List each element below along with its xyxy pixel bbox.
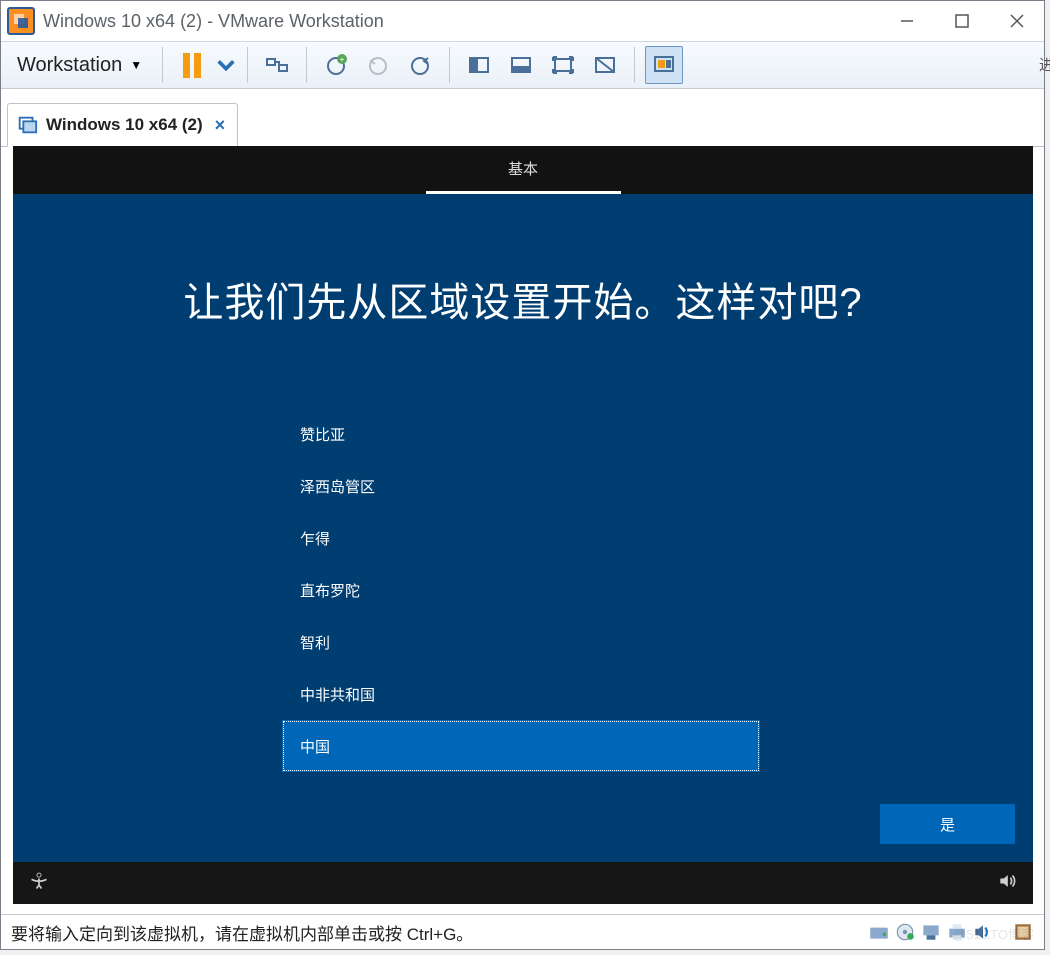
sound-card-icon[interactable] [972,922,994,942]
unity-icon [593,53,617,77]
region-item[interactable]: 中国 [282,720,760,772]
pause-button[interactable] [173,46,211,84]
ease-of-access-icon[interactable] [29,871,49,896]
vmware-app-icon [7,7,35,35]
region-item[interactable]: 乍得 [282,512,760,564]
hard-disk-icon[interactable] [868,922,890,942]
oobe-tabstrip: 基本 [13,146,1033,194]
revert-snapshot-button[interactable] [359,46,397,84]
fullscreen-icon [551,53,575,77]
toolbar-separator [306,47,307,83]
device-status-tray [868,922,1034,942]
snapshot-revert-icon [366,53,390,77]
tab-close-icon[interactable]: × [215,115,226,136]
message-log-icon[interactable] [1012,922,1034,942]
vmware-window: Windows 10 x64 (2) - VMware Workstation … [0,0,1045,950]
minimize-button[interactable] [879,1,934,41]
thumbnail-icon [652,53,676,77]
region-item[interactable]: 中非共和国 [282,668,760,720]
oobe-tab-basic[interactable]: 基本 [426,146,621,194]
workstation-menu[interactable]: Workstation [9,50,126,81]
console-icon [509,53,533,77]
statusbar-hint: 要将输入定向到该虚拟机，请在虚拟机内部单击或按 Ctrl+G。 [11,920,473,945]
fit-guest-icon [467,53,491,77]
cd-dvd-icon[interactable] [894,922,916,942]
region-item[interactable]: 智利 [282,616,760,668]
take-snapshot-button[interactable]: + [317,46,355,84]
fullscreen-button[interactable] [544,46,582,84]
power-menu-dropdown[interactable] [215,46,237,84]
send-ctrl-alt-del-button[interactable] [258,46,296,84]
oobe-body: 让我们先从区域设置开始。这样对吧? 赞比亚泽西岛管区乍得直布罗陀智利中非共和国中… [13,194,1033,862]
volume-icon[interactable] [997,871,1017,896]
vm-tab-label: Windows 10 x64 (2) [46,115,203,135]
svg-text:+: + [340,55,345,64]
vm-icon [16,114,38,136]
yes-button[interactable]: 是 [880,804,1015,844]
statusbar: 要将输入定向到该虚拟机，请在虚拟机内部单击或按 Ctrl+G。 [1,914,1044,949]
keyboard-icon [265,53,289,77]
document-tabstrip: Windows 10 x64 (2) × [1,89,1044,147]
window-title: Windows 10 x64 (2) - VMware Workstation [43,11,879,32]
toolbar-separator [449,47,450,83]
region-item[interactable]: 直布罗陀 [282,564,760,616]
guest-display[interactable]: 基本 让我们先从区域设置开始。这样对吧? 赞比亚泽西岛管区乍得直布罗陀智利中非共… [13,146,1033,904]
region-listbox[interactable]: 赞比亚泽西岛管区乍得直布罗陀智利中非共和国中国 [282,412,760,772]
main-toolbar: Workstation ▼ + [1,41,1044,89]
thumbnail-bar-button[interactable] [645,46,683,84]
oobe-heading: 让我们先从区域设置开始。这样对吧? [13,270,1033,328]
toolbar-separator [634,47,635,83]
oobe-footer [13,862,1033,904]
printer-icon[interactable] [946,922,968,942]
region-item[interactable]: 泽西岛管区 [282,460,760,512]
edge-text: 进 [1039,54,1050,75]
snapshot-take-icon: + [324,53,348,77]
fit-guest-button[interactable] [460,46,498,84]
vm-tab[interactable]: Windows 10 x64 (2) × [7,103,238,147]
snapshot-manage-icon [408,53,432,77]
snapshot-manager-button[interactable] [401,46,439,84]
workstation-menu-dropdown-icon[interactable]: ▼ [130,58,152,72]
titlebar[interactable]: Windows 10 x64 (2) - VMware Workstation [1,1,1044,41]
toolbar-separator [162,47,163,83]
region-item[interactable]: 赞比亚 [282,412,760,460]
unity-button[interactable] [586,46,624,84]
toolbar-separator [247,47,248,83]
network-adapter-icon[interactable] [920,922,942,942]
console-view-button[interactable] [502,46,540,84]
close-button[interactable] [989,1,1044,41]
pause-icon [183,53,201,78]
maximize-button[interactable] [934,1,989,41]
